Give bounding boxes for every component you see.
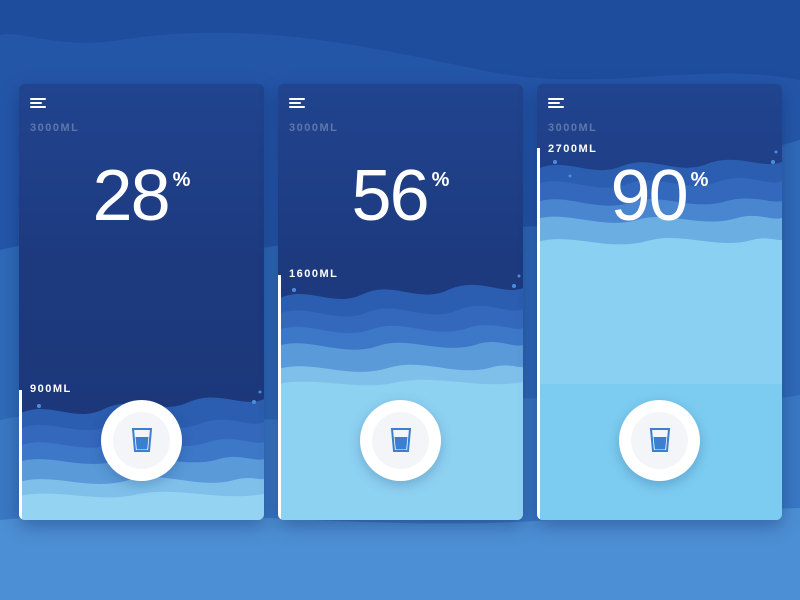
daily-goal-label: 3000ML bbox=[289, 122, 339, 134]
percent-display: 28% bbox=[19, 156, 264, 236]
percent-symbol: % bbox=[172, 169, 191, 191]
current-intake-label: 900ML bbox=[30, 383, 72, 395]
current-intake-label: 2700ML bbox=[548, 143, 598, 155]
percent-value: 28 bbox=[92, 156, 171, 236]
add-water-button[interactable] bbox=[101, 400, 182, 481]
percent-symbol: % bbox=[431, 169, 450, 191]
add-water-button[interactable] bbox=[619, 400, 700, 481]
percent-display: 90% bbox=[537, 156, 782, 236]
menu-icon[interactable] bbox=[289, 98, 307, 110]
hydration-card-3: 3000ML 2700ML 90% bbox=[537, 84, 782, 520]
percent-display: 56% bbox=[278, 156, 523, 236]
percent-symbol: % bbox=[690, 169, 709, 191]
add-water-button[interactable] bbox=[360, 400, 441, 481]
daily-goal-label: 3000ML bbox=[548, 122, 598, 134]
menu-icon[interactable] bbox=[548, 98, 566, 110]
percent-value: 56 bbox=[351, 156, 430, 236]
hydration-card-2: 3000ML 56% 1600ML bbox=[278, 84, 523, 520]
level-indicator-bar bbox=[278, 275, 281, 520]
hydration-card-1: 3000ML 28% 900ML bbox=[19, 84, 264, 520]
level-indicator-bar bbox=[19, 390, 22, 520]
water-glass-icon bbox=[390, 428, 412, 452]
menu-icon[interactable] bbox=[30, 98, 48, 110]
level-indicator-bar bbox=[537, 148, 540, 520]
percent-value: 90 bbox=[610, 156, 689, 236]
water-glass-icon bbox=[131, 428, 153, 452]
daily-goal-label: 3000ML bbox=[30, 122, 80, 134]
current-intake-label: 1600ML bbox=[289, 268, 339, 280]
water-glass-icon bbox=[649, 428, 671, 452]
